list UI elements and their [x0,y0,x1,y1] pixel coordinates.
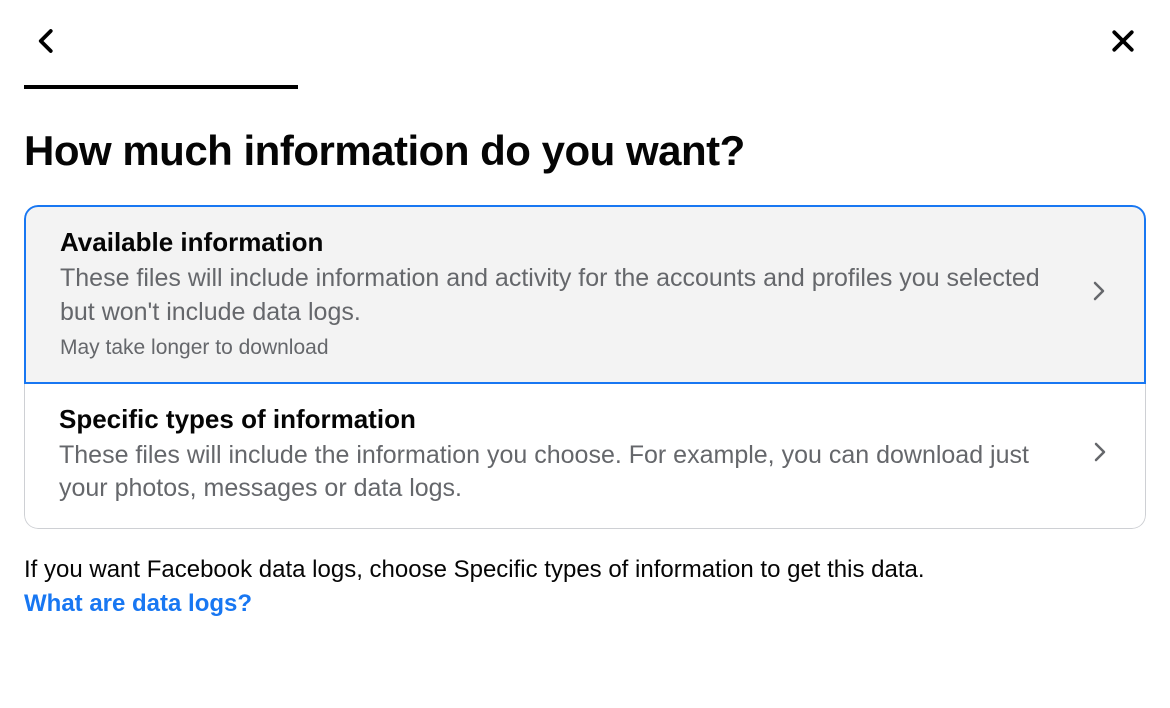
option-note: May take longer to download [60,336,1066,360]
chevron-right-icon [1086,279,1110,308]
footer-description: If you want Facebook data logs, choose S… [24,556,925,583]
option-content: Specific types of information These file… [59,404,1087,507]
option-available-information[interactable]: Available information These files will i… [24,205,1146,384]
option-specific-types[interactable]: Specific types of information These file… [24,384,1146,530]
close-button[interactable] [1100,18,1146,67]
option-content: Available information These files will i… [60,227,1086,360]
data-logs-link[interactable]: What are data logs? [24,587,252,621]
chevron-right-icon [1087,440,1111,469]
progress-bar [24,85,298,89]
footer-text: If you want Facebook data logs, choose S… [24,553,1146,620]
option-title: Available information [60,227,1066,258]
progress-indicator [24,85,1146,89]
page-title: How much information do you want? [24,127,1146,175]
back-button[interactable] [24,18,70,67]
options-list: Available information These files will i… [24,205,1146,529]
option-title: Specific types of information [59,404,1067,435]
option-description: These files will include the information… [59,439,1067,507]
close-icon [1108,26,1138,59]
header [0,0,1170,67]
option-description: These files will include information and… [60,262,1066,330]
chevron-left-icon [32,26,62,59]
